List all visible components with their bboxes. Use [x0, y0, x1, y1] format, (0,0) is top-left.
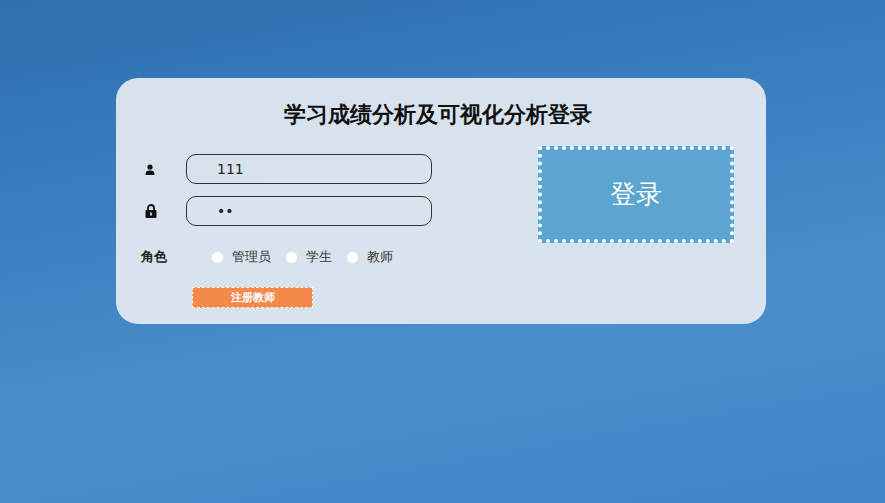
- radio-button[interactable]: [285, 251, 298, 264]
- user-icon: [145, 164, 155, 175]
- role-row: 角色 管理员 学生 教师: [141, 248, 432, 266]
- role-label: 角色: [141, 248, 211, 266]
- role-option[interactable]: 学生: [285, 248, 332, 266]
- role-option[interactable]: 管理员: [211, 248, 271, 266]
- lock-icon: [145, 204, 157, 218]
- field-icon-cell: [141, 204, 186, 218]
- username-input[interactable]: [186, 154, 432, 184]
- password-row: [141, 196, 432, 226]
- role-option[interactable]: 教师: [346, 248, 393, 266]
- radio-button[interactable]: [346, 251, 359, 264]
- field-icon-cell: [141, 164, 186, 175]
- role-options: 管理员 学生 教师: [211, 248, 393, 266]
- login-card: 学习成绩分析及可视化分析登录角色 管理员 学生 教师注册教师 登录: [116, 78, 766, 324]
- login-page: 学习成绩分析及可视化分析登录角色 管理员 学生 教师注册教师 登录: [0, 0, 885, 503]
- role-option-label: 教师: [367, 248, 393, 266]
- register-row: 注册教师: [141, 286, 432, 308]
- register-button[interactable]: 注册教师: [192, 287, 313, 308]
- login-body: 角色 管理员 学生 教师注册教师 登录: [141, 146, 734, 308]
- role-option-label: 学生: [306, 248, 332, 266]
- login-form: 角色 管理员 学生 教师注册教师: [141, 146, 432, 308]
- radio-button[interactable]: [211, 251, 224, 264]
- login-button[interactable]: 登录: [538, 146, 734, 243]
- login-title: 学习成绩分析及可视化分析登录: [141, 100, 734, 130]
- password-input[interactable]: [186, 196, 432, 226]
- username-row: [141, 154, 432, 184]
- role-option-label: 管理员: [232, 248, 271, 266]
